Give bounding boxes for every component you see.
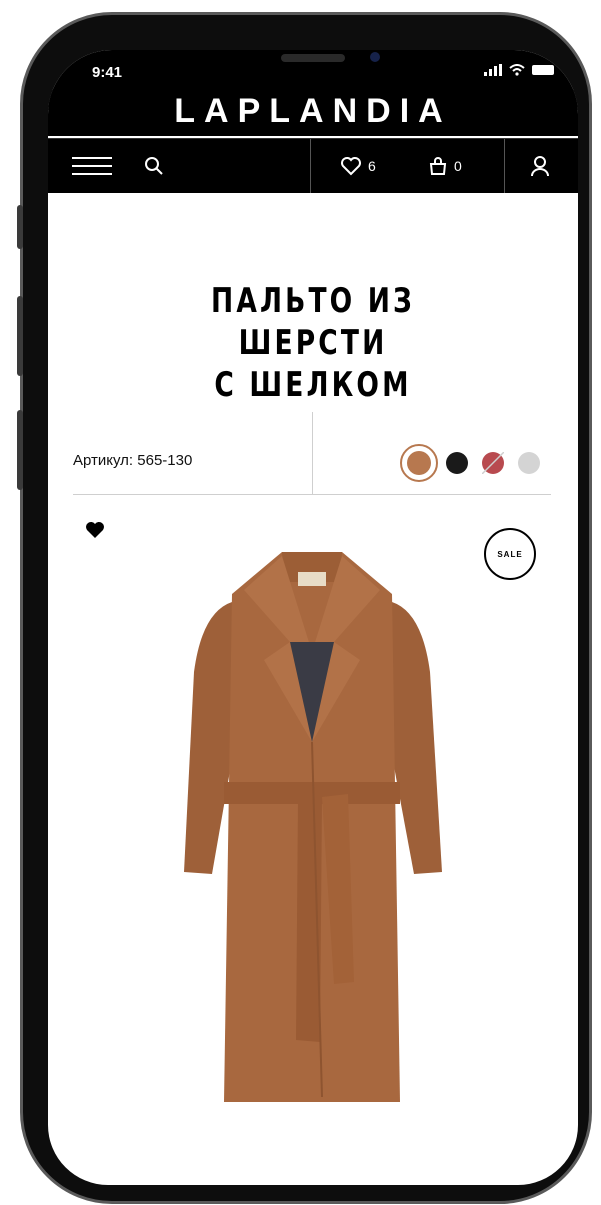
wishlist-button[interactable] xyxy=(84,520,106,545)
color-swatch-camel xyxy=(407,451,431,475)
color-swatch-red[interactable] xyxy=(482,452,504,474)
product-info-row: Артикул: 565-130 xyxy=(48,412,578,495)
brand-logo[interactable]: LAPLANDIA xyxy=(48,92,578,131)
menu-button[interactable] xyxy=(72,139,112,193)
bag-icon xyxy=(429,157,447,175)
front-camera xyxy=(370,52,380,62)
color-swatch-grey[interactable] xyxy=(518,452,540,474)
color-swatch-selected-ring[interactable] xyxy=(400,444,438,482)
brand-bar: LAPLANDIA xyxy=(48,90,578,136)
wifi-icon xyxy=(509,64,525,76)
nav-bar: 6 0 xyxy=(48,138,578,193)
favorites-button[interactable]: 6 xyxy=(340,139,376,193)
search-button[interactable] xyxy=(144,139,164,193)
unavailable-strike-icon xyxy=(482,452,504,474)
product-title: ПАЛЬТО ИЗ ШЕРСТИ С ШЕЛКОМ xyxy=(211,281,415,405)
nav-divider xyxy=(504,139,505,193)
info-divider xyxy=(312,412,313,494)
heart-filled-icon xyxy=(86,522,104,538)
app-screen: 9:41 LAPLANDIA 6 0 ПАЛЬТО ИЗ ШЕРСТИ С ШЕ… xyxy=(48,50,578,1185)
user-icon xyxy=(531,156,549,177)
heart-outline-icon xyxy=(341,157,361,176)
info-bottom-divider xyxy=(73,494,551,495)
battery-icon xyxy=(532,65,554,75)
product-image[interactable] xyxy=(172,542,452,1112)
status-icons xyxy=(484,64,554,76)
hamburger-icon xyxy=(72,157,112,175)
color-swatch-black[interactable] xyxy=(446,452,468,474)
search-icon xyxy=(145,157,163,175)
volume-down-button xyxy=(17,410,23,490)
account-button[interactable] xyxy=(530,139,550,193)
sale-badge: SALE xyxy=(484,528,536,580)
status-time: 9:41 xyxy=(92,64,123,81)
speaker-grille xyxy=(281,54,345,62)
favorites-count: 6 xyxy=(368,158,376,174)
cart-button[interactable]: 0 xyxy=(428,139,462,193)
signal-icon xyxy=(484,64,502,76)
silent-switch xyxy=(17,205,23,249)
volume-up-button xyxy=(17,296,23,376)
product-sku: Артикул: 565-130 xyxy=(73,452,193,469)
nav-divider xyxy=(310,139,311,193)
color-swatches xyxy=(400,444,560,484)
cart-count: 0 xyxy=(454,158,462,174)
